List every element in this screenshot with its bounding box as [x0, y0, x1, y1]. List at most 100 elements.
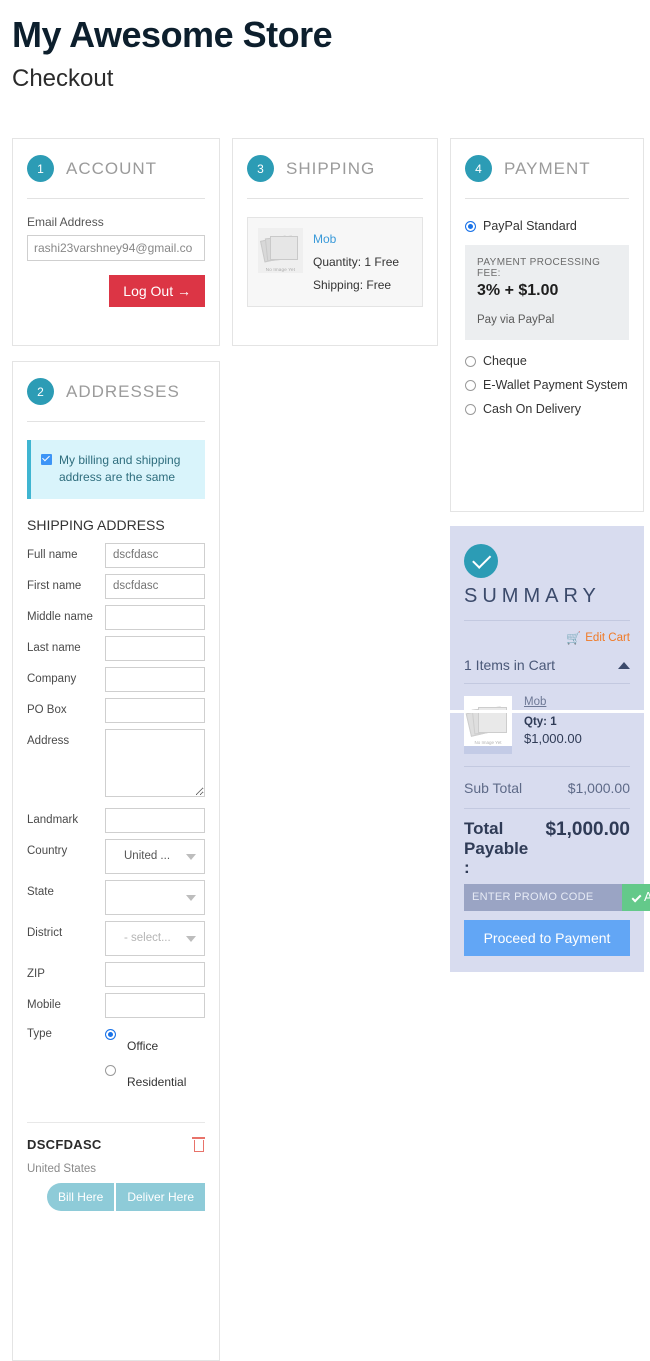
proceed-to-payment-button[interactable]: Proceed to Payment: [464, 919, 630, 956]
field-type: Type Office Residential: [27, 1028, 205, 1100]
logout-button[interactable]: Log Out →: [109, 275, 205, 307]
promo-code-input[interactable]: [464, 883, 622, 911]
radio-icon: [465, 379, 476, 391]
cart-icon: 🛒: [566, 631, 582, 645]
radio-icon: [465, 355, 476, 367]
total-payable-label: Total Payable :: [464, 819, 529, 878]
field-label: Middle name: [27, 610, 93, 623]
fee-amount: 3% + $1.00: [477, 282, 559, 299]
field-label: State: [27, 885, 54, 898]
field-label: First name: [27, 579, 82, 592]
zip-input[interactable]: [105, 961, 205, 987]
payment-options-list: Cheque E-Wallet Payment System Cash On D…: [465, 354, 629, 416]
cart-item-name[interactable]: Mob: [524, 696, 582, 708]
edit-cart-link[interactable]: 🛒 Edit Cart: [464, 631, 630, 645]
payment-option-ewallet[interactable]: E-Wallet Payment System: [465, 378, 629, 392]
chevron-down-icon: [186, 854, 196, 861]
store-title: My Awesome Store: [12, 14, 333, 55]
logout-row: Log Out →: [27, 275, 205, 307]
shipping-address-heading: SHIPPING ADDRESS: [27, 516, 165, 533]
deliver-here-button[interactable]: Deliver Here: [116, 1182, 205, 1211]
field-full-name: Full name: [27, 542, 205, 568]
email-field[interactable]: [27, 235, 205, 261]
saved-address-name: DSCFDASC: [27, 1136, 102, 1152]
field-label: Landmark: [27, 813, 79, 826]
billing-same-label: My billing and shipping address are the …: [59, 453, 181, 485]
bill-here-button[interactable]: Bill Here: [46, 1182, 115, 1211]
payment-option-label: PayPal Standard: [483, 219, 577, 233]
apply-promo-button[interactable]: Apply: [622, 883, 650, 911]
payment-title: PAYMENT: [504, 158, 591, 178]
shipping-item-quantity: Quantity: 1 Free: [313, 254, 400, 269]
edit-cart-label: Edit Cart: [585, 632, 630, 644]
full-name-input[interactable]: [105, 542, 205, 568]
field-landmark: Landmark: [27, 807, 205, 833]
chevron-down-icon: [186, 895, 196, 902]
divider: [465, 198, 629, 199]
field-company: Company: [27, 666, 205, 692]
divider: [247, 198, 423, 199]
shipping-item-name[interactable]: Mob: [313, 228, 399, 251]
divider: [464, 620, 630, 621]
items-in-cart-row[interactable]: 1 Items in Cart: [464, 657, 630, 684]
shipping-section: 3 SHIPPING No Image Yet Mob Quantity: 1 …: [232, 138, 438, 346]
type-label: Type: [27, 1027, 52, 1040]
billing-same-notice[interactable]: My billing and shipping address are the …: [27, 440, 205, 499]
subtotal-value: $1,000.00: [567, 780, 630, 796]
delete-icon[interactable]: [192, 1136, 205, 1152]
addresses-section: 2 ADDRESSES My billing and shipping addr…: [12, 361, 220, 1361]
first-name-input[interactable]: [105, 573, 205, 599]
type-option-label: Office: [127, 1038, 159, 1053]
product-placeholder-image: No Image Yet: [258, 228, 303, 273]
type-option-office[interactable]: Office: [105, 1028, 205, 1053]
company-input[interactable]: [105, 666, 205, 692]
items-in-cart-count: 1 Items in Cart: [464, 657, 556, 673]
field-label: Company: [27, 672, 77, 685]
payment-option-label: E-Wallet Payment System: [483, 378, 628, 392]
mobile-input[interactable]: [105, 992, 205, 1018]
field-zip: ZIP: [27, 961, 205, 987]
addresses-step-number: 2: [27, 378, 54, 405]
chevron-up-icon[interactable]: [618, 661, 630, 669]
payment-header: 4 PAYMENT: [465, 155, 629, 182]
page-title: Checkout: [12, 65, 114, 93]
field-label: Full name: [27, 548, 78, 561]
check-icon: [631, 892, 642, 903]
payment-option-cod[interactable]: Cash On Delivery: [465, 402, 629, 416]
country-select[interactable]: United ...: [105, 838, 205, 874]
payment-option-paypal[interactable]: PayPal Standard: [465, 219, 629, 233]
divider: [27, 1121, 205, 1123]
middle-name-input[interactable]: [105, 604, 205, 630]
last-name-input[interactable]: [105, 635, 205, 661]
field-last-name: Last name: [27, 635, 205, 661]
po-box-input[interactable]: [105, 697, 205, 723]
account-section: 1 ACCOUNT Email Address Log Out →: [12, 138, 220, 346]
divider: [27, 421, 205, 422]
saved-address-country: United States: [27, 1162, 97, 1175]
field-first-name: First name: [27, 573, 205, 599]
chevron-down-icon: [186, 936, 196, 943]
landmark-input[interactable]: [105, 807, 205, 833]
field-label: Mobile: [27, 998, 61, 1011]
type-option-residential[interactable]: Residential: [105, 1064, 205, 1089]
email-label: Email Address: [27, 215, 104, 229]
summary-title: SUMMARY: [464, 585, 601, 607]
field-address: Address: [27, 728, 205, 802]
shipping-item-info: Mob Quantity: 1 Free Shipping: Free: [313, 228, 399, 296]
payment-option-cheque[interactable]: Cheque: [465, 354, 629, 368]
field-middle-name: Middle name: [27, 604, 205, 630]
account-step-number: 1: [27, 155, 54, 182]
shipping-header: 3 SHIPPING: [247, 155, 423, 182]
subtotal-label: Sub Total: [464, 780, 523, 796]
field-state: State: [27, 879, 205, 915]
state-select[interactable]: [105, 879, 205, 915]
field-po-box: PO Box: [27, 697, 205, 723]
divider: [27, 198, 205, 199]
cart-item-price: $1,000.00: [524, 731, 582, 746]
account-header: 1 ACCOUNT: [27, 155, 205, 182]
district-select[interactable]: - select...: [105, 920, 205, 956]
address-textarea[interactable]: [105, 728, 205, 797]
shipping-item-cost: Shipping: Free: [313, 277, 392, 292]
payment-fee-box: PAYMENT PROCESSING FEE: 3% + $1.00 Pay v…: [465, 245, 629, 340]
checkbox-icon[interactable]: [41, 454, 52, 465]
